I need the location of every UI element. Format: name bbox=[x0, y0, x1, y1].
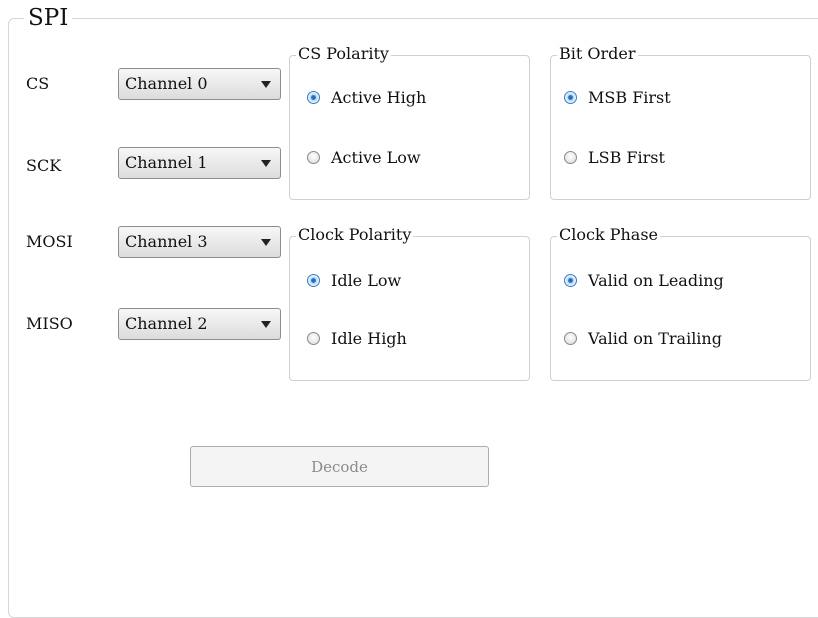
mosi-channel-value: Channel 3 bbox=[125, 232, 208, 251]
chevron-down-icon bbox=[261, 239, 271, 246]
mosi-label: MOSI bbox=[26, 232, 73, 251]
chevron-down-icon bbox=[261, 321, 271, 328]
bit-order-title: Bit Order bbox=[557, 44, 638, 64]
chevron-down-icon bbox=[261, 81, 271, 88]
clock-polarity-group: Clock Polarity Idle Low Idle High bbox=[289, 225, 530, 381]
decode-button[interactable]: Decode bbox=[190, 446, 489, 487]
radio-unselected-icon bbox=[307, 151, 320, 164]
radio-label: LSB First bbox=[588, 148, 665, 167]
radio-label: Idle High bbox=[331, 329, 407, 348]
cs-channel-select[interactable]: Channel 0 bbox=[118, 68, 281, 100]
radio-unselected-icon bbox=[564, 332, 577, 345]
mosi-channel-select[interactable]: Channel 3 bbox=[118, 226, 281, 258]
radio-label: Active Low bbox=[331, 148, 421, 167]
clock-polarity-title: Clock Polarity bbox=[296, 225, 414, 245]
cs-channel-value: Channel 0 bbox=[125, 74, 208, 93]
radio-selected-icon bbox=[564, 91, 577, 104]
radio-unselected-icon bbox=[564, 151, 577, 164]
radio-label: MSB First bbox=[588, 88, 671, 107]
cs-label: CS bbox=[26, 74, 50, 93]
radio-label: Active High bbox=[331, 88, 427, 107]
clock-phase-group: Clock Phase Valid on Leading Valid on Tr… bbox=[550, 225, 811, 381]
radio-label: Idle Low bbox=[331, 271, 402, 290]
chevron-down-icon bbox=[261, 160, 271, 167]
spi-group-title: SPI bbox=[24, 4, 73, 32]
radio-selected-icon bbox=[564, 274, 577, 287]
sck-label: SCK bbox=[26, 156, 62, 175]
bit-order-group: Bit Order MSB First LSB First bbox=[550, 44, 811, 200]
cs-polarity-title: CS Polarity bbox=[296, 44, 391, 64]
cs-polarity-group: CS Polarity Active High Active Low bbox=[289, 44, 530, 200]
clock-phase-title: Clock Phase bbox=[557, 225, 661, 245]
radio-selected-icon bbox=[307, 91, 320, 104]
radio-unselected-icon bbox=[307, 332, 320, 345]
radio-label: Valid on Leading bbox=[588, 271, 724, 290]
sck-channel-select[interactable]: Channel 1 bbox=[118, 147, 281, 179]
miso-channel-value: Channel 2 bbox=[125, 314, 208, 333]
miso-channel-select[interactable]: Channel 2 bbox=[118, 308, 281, 340]
sck-channel-value: Channel 1 bbox=[125, 153, 208, 172]
miso-label: MISO bbox=[26, 314, 73, 333]
radio-selected-icon bbox=[307, 274, 320, 287]
radio-label: Valid on Trailing bbox=[588, 329, 722, 348]
